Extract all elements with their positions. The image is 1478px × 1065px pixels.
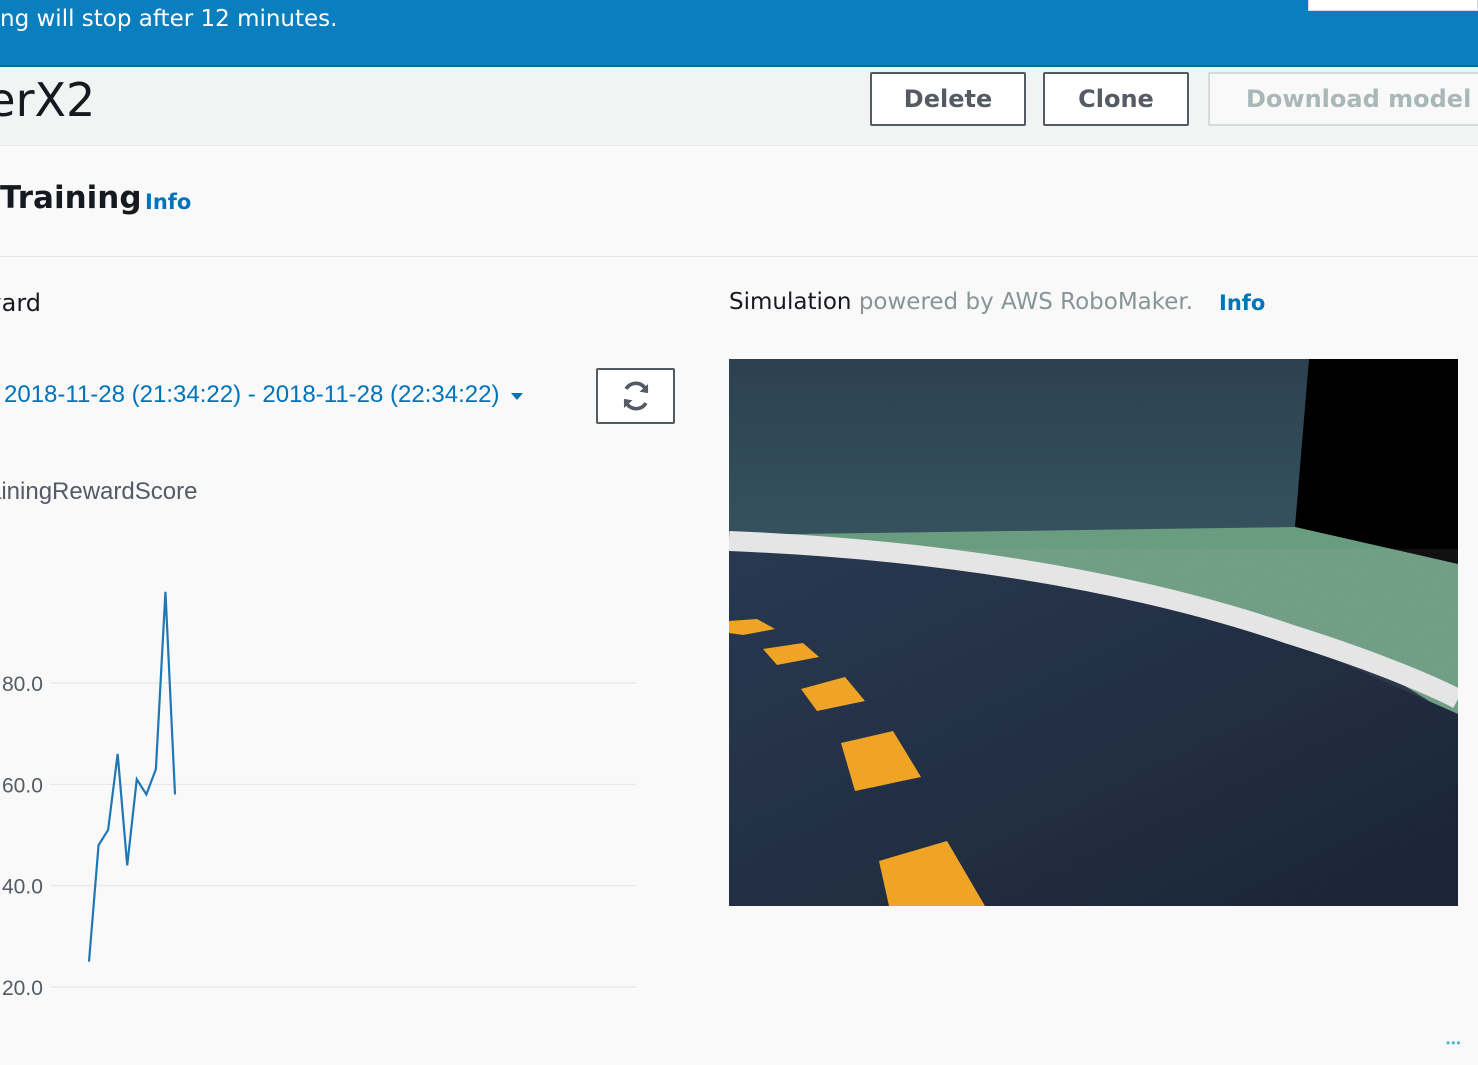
refresh-icon <box>623 381 648 411</box>
caret-down-icon <box>511 393 524 400</box>
reward-heading: ward <box>0 289 42 317</box>
simulation-video <box>729 359 1458 906</box>
clone-button[interactable]: Clone <box>1043 72 1189 126</box>
page-title: cerX2 <box>0 73 96 127</box>
simulation-info-link[interactable]: Info <box>1219 291 1265 315</box>
y-tick-label: 20.0 <box>2 977 43 1000</box>
time-range-label: 2018-11-28 (21:34:22) - 2018-11-28 (22:3… <box>4 381 500 408</box>
simulation-title: Simulation <box>729 289 852 315</box>
training-info-link[interactable]: Info <box>145 190 191 214</box>
time-range-dropdown[interactable]: 2018-11-28 (21:34:22) - 2018-11-28 (22:3… <box>4 381 524 409</box>
simulation-track-image <box>729 359 1458 906</box>
simulation-heading: Simulation powered by AWS RoboMaker. <box>729 289 1193 315</box>
page-header: cerX2 Delete Clone Download model <box>0 67 1478 146</box>
simulation-powered-by: powered by AWS RoboMaker. <box>858 289 1194 315</box>
delete-button[interactable]: Delete <box>870 72 1026 126</box>
section-divider <box>0 256 1478 257</box>
notification-banner: ng will stop after 12 minutes. <box>0 0 1478 67</box>
loading-dots-icon: ••• <box>1446 1036 1462 1050</box>
reward-series-line <box>87 591 177 962</box>
refresh-button[interactable] <box>596 368 675 424</box>
training-section-title: Training <box>0 180 142 216</box>
y-tick-label: 40.0 <box>2 876 43 899</box>
y-tick-label: 80.0 <box>2 673 43 696</box>
metric-label: rainingRewardScore <box>0 478 198 505</box>
y-tick-label: 60.0 <box>2 774 43 797</box>
download-model-button[interactable]: Download model <box>1208 72 1478 126</box>
banner-message: ng will stop after 12 minutes. <box>0 6 338 32</box>
reward-chart: 80.0 60.0 40.0 20.0 <box>2 591 637 1000</box>
banner-dismiss-area[interactable] <box>1308 0 1478 11</box>
